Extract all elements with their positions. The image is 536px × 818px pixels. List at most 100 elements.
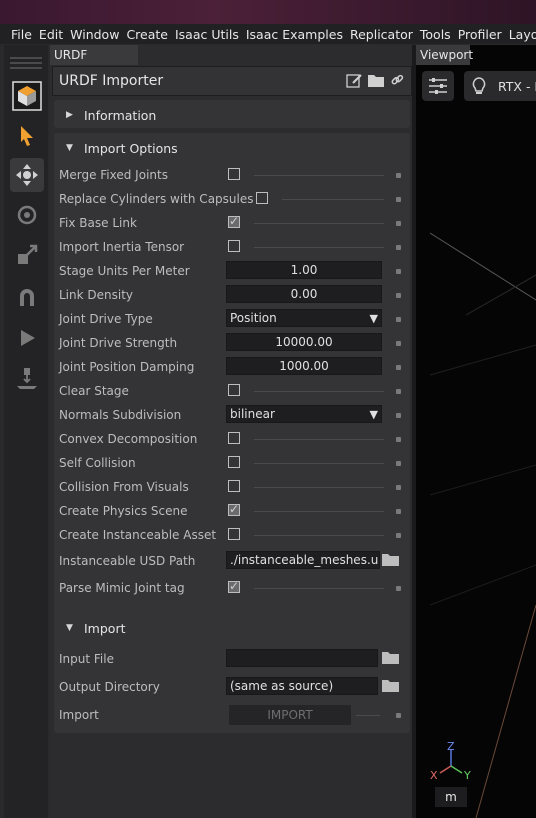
reset-dot[interactable] bbox=[396, 533, 401, 538]
snap-magnet-icon[interactable] bbox=[10, 280, 44, 314]
import-options-label: Import Options bbox=[84, 141, 178, 156]
scale-icon[interactable] bbox=[10, 238, 44, 272]
option-joint-drive-type: Joint Drive Type Position ▼ bbox=[54, 307, 410, 331]
import-inertia-checkbox[interactable] bbox=[228, 240, 240, 252]
menu-edit[interactable]: Edit bbox=[39, 27, 63, 42]
renderer-label: RTX - R bbox=[498, 79, 536, 94]
option-parse-mimic: Parse Mimic Joint tag ✓ bbox=[54, 576, 410, 600]
create-instanceable-asset-checkbox[interactable] bbox=[228, 528, 240, 540]
folder-icon[interactable] bbox=[381, 651, 400, 668]
option-merge-fixed-joints: Merge Fixed Joints bbox=[54, 163, 410, 187]
replace-cylinders-checkbox[interactable] bbox=[256, 192, 268, 204]
input-file-field[interactable] bbox=[226, 649, 378, 667]
normals-subdivision-dropdown[interactable]: bilinear ▼ bbox=[226, 405, 382, 423]
self-collision-checkbox[interactable] bbox=[228, 456, 240, 468]
checkmark-icon: ✓ bbox=[229, 502, 240, 516]
reset-dot[interactable] bbox=[396, 365, 401, 370]
reset-dot[interactable] bbox=[396, 437, 401, 442]
parse-mimic-checkbox[interactable]: ✓ bbox=[228, 579, 240, 593]
input-file-row: Input File bbox=[54, 647, 410, 671]
output-directory-row: Output Directory (same as source) bbox=[54, 675, 410, 699]
stage-units-field[interactable]: 1.00 bbox=[226, 261, 382, 279]
viewport-window[interactable]: Viewport RTX - R Z X Y m bbox=[416, 45, 536, 818]
play-icon[interactable] bbox=[10, 321, 44, 355]
link-icon[interactable] bbox=[390, 73, 405, 91]
viewport-grid bbox=[429, 232, 536, 818]
reset-dot[interactable] bbox=[396, 173, 401, 178]
viewport-settings-button[interactable] bbox=[422, 71, 454, 101]
option-create-physics-scene: Create Physics Scene ✓ bbox=[54, 499, 410, 523]
menu-profiler[interactable]: Profiler bbox=[458, 27, 502, 42]
reset-dot[interactable] bbox=[396, 293, 401, 298]
merge-fixed-joints-checkbox[interactable] bbox=[228, 168, 240, 180]
lightbulb-icon bbox=[472, 77, 486, 94]
urdf-importer-window: URDF Importer URDF Importer ▶ Informatio… bbox=[50, 45, 414, 818]
isaac-logo-icon[interactable] bbox=[10, 79, 44, 113]
option-collision-from-visuals: Collision From Visuals bbox=[54, 475, 410, 499]
menu-isaac-examples[interactable]: Isaac Examples bbox=[246, 27, 343, 42]
menu-file[interactable]: File bbox=[11, 27, 32, 42]
import-options-header[interactable]: ▼ Import Options bbox=[54, 133, 410, 163]
toolbar-grip[interactable] bbox=[10, 62, 42, 64]
joint-position-damping-field[interactable]: 1000.00 bbox=[226, 357, 382, 375]
output-directory-field[interactable]: (same as source) bbox=[226, 677, 378, 695]
menu-layout[interactable]: Layout bbox=[509, 27, 536, 42]
toolbar-grip[interactable] bbox=[10, 57, 42, 59]
menu-tools[interactable]: Tools bbox=[420, 27, 451, 42]
rotate-icon[interactable] bbox=[10, 198, 44, 232]
collapse-arrow-icon: ▼ bbox=[66, 143, 73, 153]
reset-dot[interactable] bbox=[396, 461, 401, 466]
toolbar-grip[interactable] bbox=[10, 67, 42, 69]
clear-stage-checkbox[interactable] bbox=[228, 384, 240, 396]
option-clear-stage: Clear Stage bbox=[54, 379, 410, 403]
convex-decomposition-checkbox[interactable] bbox=[228, 432, 240, 444]
menu-create[interactable]: Create bbox=[126, 27, 168, 42]
reset-dot[interactable] bbox=[396, 197, 401, 202]
dropdown-arrow-icon: ▼ bbox=[369, 312, 378, 325]
reset-dot[interactable] bbox=[396, 413, 401, 418]
option-link-density: Link Density 0.00 bbox=[54, 283, 410, 307]
urdf-importer-header: URDF Importer bbox=[52, 66, 412, 96]
reset-dot[interactable] bbox=[396, 269, 401, 274]
folder-icon[interactable] bbox=[381, 679, 400, 696]
select-arrow-icon[interactable] bbox=[10, 119, 44, 153]
axis-z-label: Z bbox=[447, 740, 455, 753]
import-button[interactable]: IMPORT bbox=[229, 705, 351, 725]
information-header[interactable]: ▶ Information bbox=[54, 100, 410, 130]
instanceable-usd-path-input[interactable]: ./instanceable_meshes.us bbox=[226, 551, 380, 569]
joint-drive-strength-field[interactable]: 10000.00 bbox=[226, 333, 382, 351]
edit-icon[interactable] bbox=[346, 73, 363, 91]
checkmark-icon: ✓ bbox=[229, 579, 240, 593]
import-header[interactable]: ▼ Import bbox=[54, 613, 410, 643]
unit-badge[interactable]: m bbox=[435, 787, 467, 807]
menu-window[interactable]: Window bbox=[70, 27, 119, 42]
information-section: ▶ Information bbox=[54, 100, 410, 128]
move-icon[interactable] bbox=[10, 158, 44, 192]
drop-to-ground-icon[interactable] bbox=[10, 361, 44, 395]
reset-dot[interactable] bbox=[396, 509, 401, 514]
reset-dot[interactable] bbox=[396, 586, 401, 591]
reset-dot[interactable] bbox=[396, 713, 401, 718]
reset-dot[interactable] bbox=[396, 389, 401, 394]
fix-base-link-checkbox[interactable]: ✓ bbox=[228, 214, 240, 228]
reset-dot[interactable] bbox=[396, 245, 401, 250]
folder-icon[interactable] bbox=[381, 553, 400, 570]
tab-urdf-importer[interactable]: URDF Importer bbox=[50, 45, 138, 82]
window-top-strip bbox=[0, 0, 536, 24]
page-title: URDF Importer bbox=[59, 73, 164, 89]
settings-sliders-icon bbox=[429, 78, 447, 94]
menu-replicator[interactable]: Replicator bbox=[350, 27, 413, 42]
reset-dot[interactable] bbox=[396, 221, 401, 226]
joint-drive-type-dropdown[interactable]: Position ▼ bbox=[226, 309, 382, 327]
create-physics-scene-checkbox[interactable]: ✓ bbox=[228, 502, 240, 516]
reset-dot[interactable] bbox=[396, 485, 401, 490]
reset-dot[interactable] bbox=[396, 341, 401, 346]
collision-from-visuals-checkbox[interactable] bbox=[228, 480, 240, 492]
import-row: Import IMPORT bbox=[54, 703, 410, 727]
folder-open-icon[interactable] bbox=[367, 73, 386, 91]
expand-arrow-icon: ▶ bbox=[66, 110, 73, 120]
reset-dot[interactable] bbox=[396, 317, 401, 322]
link-density-field[interactable]: 0.00 bbox=[226, 285, 382, 303]
option-create-instanceable-asset: Create Instanceable Asset bbox=[54, 523, 410, 547]
menu-isaac-utils[interactable]: Isaac Utils bbox=[175, 27, 239, 42]
